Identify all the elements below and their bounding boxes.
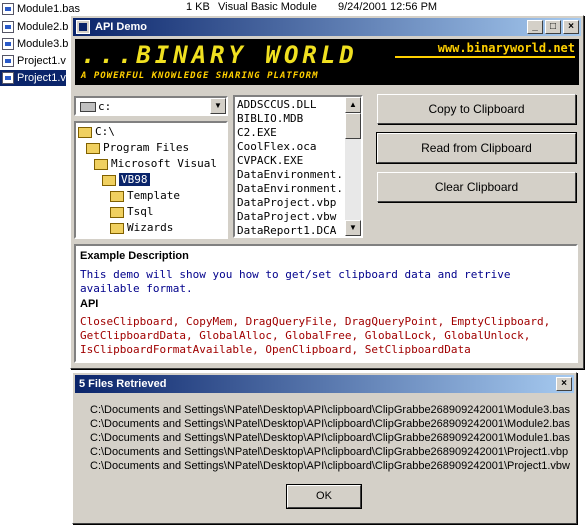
file-item[interactable]: BIBLIO.MDB (237, 112, 303, 125)
explorer-file-item[interactable]: Module2.b (0, 19, 68, 35)
dialog-titlebar[interactable]: 5 Files Retrieved × (75, 375, 574, 393)
drive-value: c: (98, 100, 112, 113)
folder-open-icon (86, 142, 100, 154)
drive-combobox[interactable]: c: ▼ (74, 96, 228, 116)
close-button[interactable]: × (563, 20, 579, 34)
retrieved-file-line: C:\Documents and Settings\NPatel\Desktop… (90, 418, 571, 430)
read-from-clipboard-button[interactable]: Read from Clipboard (376, 132, 577, 164)
dir-item[interactable]: Template (110, 188, 180, 204)
file-item[interactable]: DataProject.vbp (237, 196, 336, 209)
folder-icon (110, 222, 124, 234)
directory-listbox[interactable]: C:\ Program Files Microsoft Visual VB98 … (74, 121, 228, 239)
scroll-thumb[interactable] (345, 113, 361, 139)
file-item[interactable]: DataEnvironment. (237, 168, 343, 181)
scroll-up-icon[interactable]: ▲ (345, 97, 361, 113)
file-item[interactable]: ADDSCCUS.DLL (237, 98, 316, 111)
clear-clipboard-button[interactable]: Clear Clipboard (377, 172, 576, 202)
vb-module-icon (2, 3, 14, 15)
api-heading: API (80, 298, 99, 310)
description-heading: Example Description (80, 250, 189, 262)
file-item[interactable]: C2.EXE (237, 126, 277, 139)
file-date: 9/24/2001 12:56 PM (338, 1, 438, 13)
dialog-close-button[interactable]: × (556, 377, 572, 391)
copy-to-clipboard-button[interactable]: Copy to Clipboard (377, 94, 576, 124)
window-titlebar[interactable]: API Demo _ □ × (73, 18, 581, 36)
vb-module-icon (2, 38, 14, 50)
file-item[interactable]: DataReport1.DCA (237, 224, 336, 236)
dir-item-selected[interactable]: VB98 (102, 172, 226, 188)
folder-icon (110, 206, 124, 218)
dir-item[interactable]: Program Files (86, 140, 189, 156)
maximize-button[interactable]: □ (545, 20, 561, 34)
minimize-button[interactable]: _ (527, 20, 543, 34)
description-panel: Example Description This demo will show … (74, 244, 578, 363)
chevron-down-icon[interactable]: ▼ (210, 98, 226, 114)
file-size: 1 KB (186, 1, 210, 13)
api-demo-window: API Demo _ □ × ...BINARY WORLD A POWERFU… (70, 15, 584, 369)
drive-icon (80, 102, 96, 112)
retrieved-file-line: C:\Documents and Settings\NPatel\Desktop… (90, 446, 569, 458)
files-retrieved-dialog: 5 Files Retrieved × C:\Documents and Set… (72, 372, 577, 524)
api-list-text: CloseClipboard, CopyMem, DragQueryFile, … (80, 315, 551, 356)
retrieved-file-line: C:\Documents and Settings\NPatel\Desktop… (90, 432, 571, 444)
file-item[interactable]: CVPACK.EXE (237, 154, 303, 167)
folder-open-icon (102, 174, 116, 186)
vb-module-icon (2, 21, 14, 33)
file-listbox[interactable]: ADDSCCUS.DLL BIBLIO.MDB C2.EXE CoolFlex.… (233, 95, 363, 238)
explorer-file-item[interactable]: Project1.v (0, 53, 66, 69)
explorer-file-item[interactable]: Project1.v (0, 70, 66, 86)
window-title: API Demo (95, 21, 147, 33)
explorer-file-item[interactable]: Module1.bas (0, 1, 80, 17)
retrieved-file-line: C:\Documents and Settings\NPatel\Desktop… (90, 460, 570, 472)
file-list-scrollbar[interactable]: ▲ ▼ (345, 97, 361, 236)
banner-url[interactable]: www.binaryworld.net (438, 41, 575, 55)
scroll-down-icon[interactable]: ▼ (345, 220, 361, 236)
vb-project-icon (2, 72, 14, 84)
folder-open-icon (94, 158, 108, 170)
file-item[interactable]: CoolFlex.oca (237, 140, 316, 153)
banner-underline (395, 56, 575, 58)
dir-item[interactable]: Microsoft Visual (94, 156, 217, 172)
file-type: Visual Basic Module (218, 1, 317, 13)
folder-open-icon (78, 126, 92, 138)
banner-logo: ...BINARY WORLD (81, 41, 358, 69)
file-item[interactable]: DataProject.vbw (237, 210, 336, 223)
ok-button[interactable]: OK (286, 484, 362, 509)
explorer-file-item[interactable]: Module3.b (0, 36, 68, 52)
dir-item[interactable]: Wizards (110, 220, 173, 236)
folder-icon (110, 190, 124, 202)
dialog-title: 5 Files Retrieved (79, 378, 167, 390)
app-icon (76, 20, 90, 34)
dir-item[interactable]: Tsql (110, 204, 154, 220)
file-item[interactable]: DataEnvironment. (237, 182, 343, 195)
description-text: This demo will show you how to get/set c… (80, 268, 511, 295)
banner-tagline: A POWERFUL KNOWLEDGE SHARING PLATFORM (81, 71, 319, 81)
retrieved-file-line: C:\Documents and Settings\NPatel\Desktop… (90, 404, 571, 416)
dir-item[interactable]: C:\ (78, 124, 115, 140)
binaryworld-banner: ...BINARY WORLD A POWERFUL KNOWLEDGE SHA… (75, 39, 579, 85)
vb-project-icon (2, 55, 14, 67)
